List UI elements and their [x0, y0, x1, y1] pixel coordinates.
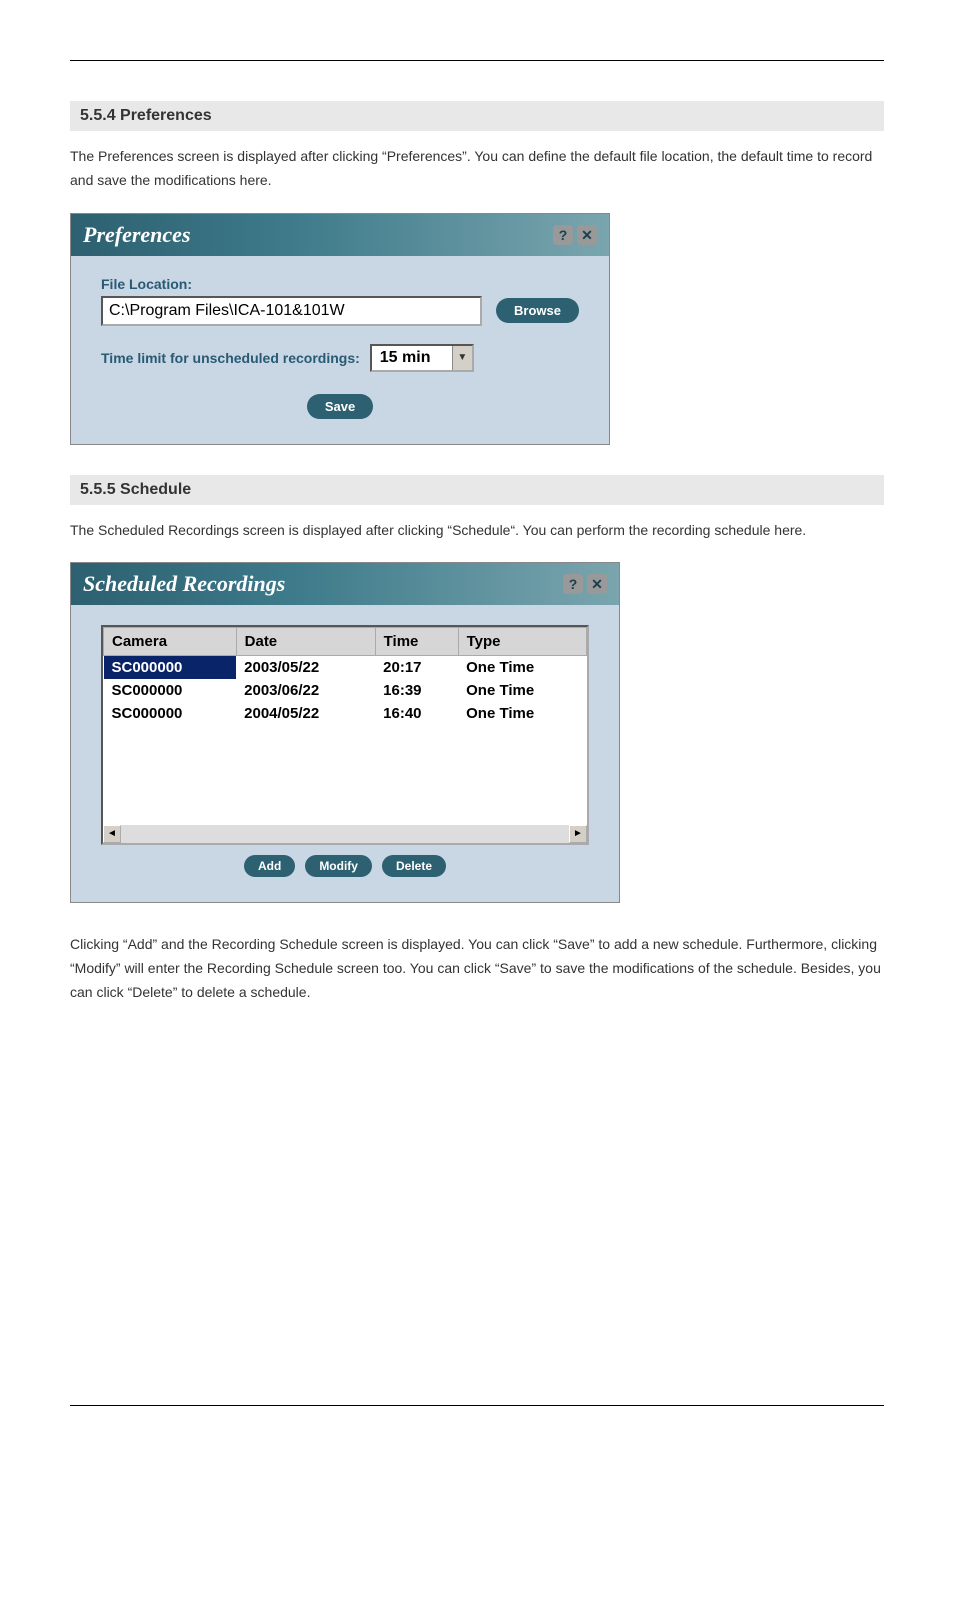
cell-time: 16:39: [375, 679, 458, 702]
file-location-label: File Location:: [101, 276, 579, 292]
scroll-left-icon[interactable]: ◄: [103, 825, 121, 843]
h-scrollbar[interactable]: ◄ ►: [103, 825, 587, 843]
cell-time: 16:40: [375, 702, 458, 725]
delete-button[interactable]: Delete: [382, 855, 446, 877]
cell-type: One Time: [458, 656, 586, 680]
time-limit-value: 15 min: [372, 346, 452, 370]
cell-date: 2004/05/22: [236, 702, 375, 725]
col-time[interactable]: Time: [375, 628, 458, 656]
section-heading-schedule: 5.5.5 Schedule: [70, 475, 884, 505]
col-date[interactable]: Date: [236, 628, 375, 656]
cell-camera: SC000000: [104, 656, 237, 680]
schedule-table: Camera Date Time Type SC000000 2003/05/2…: [101, 625, 589, 845]
file-location-input[interactable]: C:\Program Files\ICA-101&101W: [101, 296, 482, 326]
time-limit-select[interactable]: 15 min ▼: [370, 344, 474, 372]
window-title: Scheduled Recordings: [83, 571, 285, 597]
cell-type: One Time: [458, 702, 586, 725]
table-row[interactable]: SC000000 2003/06/22 16:39 One Time: [104, 679, 587, 702]
schedule-window: Scheduled Recordings ? ✕ Camera Date Tim…: [70, 562, 620, 903]
cell-camera: SC000000: [104, 702, 237, 725]
add-button[interactable]: Add: [244, 855, 295, 877]
cell-type: One Time: [458, 679, 586, 702]
scroll-right-icon[interactable]: ►: [569, 825, 587, 843]
table-empty-area: [103, 725, 587, 825]
col-type[interactable]: Type: [458, 628, 586, 656]
help-icon[interactable]: ?: [553, 225, 573, 245]
cell-date: 2003/06/22: [236, 679, 375, 702]
chevron-down-icon[interactable]: ▼: [452, 346, 472, 370]
cell-camera: SC000000: [104, 679, 237, 702]
time-limit-label: Time limit for unscheduled recordings:: [101, 350, 360, 366]
scroll-track[interactable]: [121, 825, 569, 843]
close-icon[interactable]: ✕: [577, 225, 597, 245]
titlebar: Scheduled Recordings ? ✕: [71, 563, 619, 605]
help-icon[interactable]: ?: [563, 574, 583, 594]
section-text-preferences: The Preferences screen is displayed afte…: [70, 145, 884, 193]
col-camera[interactable]: Camera: [104, 628, 237, 656]
window-title: Preferences: [83, 222, 191, 248]
footer-text: Clicking “Add” and the Recording Schedul…: [70, 933, 884, 1004]
section-text-schedule: The Scheduled Recordings screen is displ…: [70, 519, 884, 543]
cell-time: 20:17: [375, 656, 458, 680]
table-row[interactable]: SC000000 2003/05/22 20:17 One Time: [104, 656, 587, 680]
section-heading-preferences: 5.5.4 Preferences: [70, 101, 884, 131]
browse-button[interactable]: Browse: [496, 298, 579, 323]
save-button[interactable]: Save: [307, 394, 373, 419]
titlebar: Preferences ? ✕: [71, 214, 609, 256]
modify-button[interactable]: Modify: [305, 855, 372, 877]
table-row[interactable]: SC000000 2004/05/22 16:40 One Time: [104, 702, 587, 725]
preferences-window: Preferences ? ✕ File Location: C:\Progra…: [70, 213, 610, 445]
cell-date: 2003/05/22: [236, 656, 375, 680]
close-icon[interactable]: ✕: [587, 574, 607, 594]
